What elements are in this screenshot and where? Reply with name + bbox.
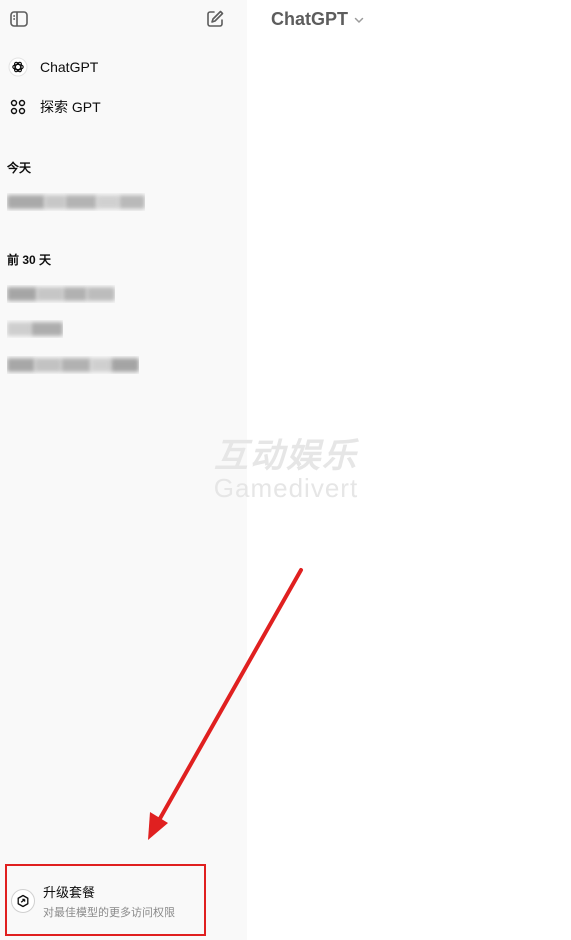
grid-dots-icon (6, 95, 30, 119)
history-item[interactable] (7, 356, 139, 374)
section-title-previous-30-days: 前 30 天 (7, 253, 52, 267)
sidebar-item-label: 探索 GPT (40, 99, 101, 115)
sidebar-item-chatgpt[interactable]: ChatGPT (6, 50, 238, 84)
sidebar-item-explore-gpt[interactable]: 探索 GPT (6, 90, 238, 124)
model-name: ChatGPT (271, 9, 349, 29)
model-selector[interactable]: ChatGPT (271, 8, 365, 31)
history-item[interactable] (7, 285, 115, 303)
watermark: 互动娱乐 Gamedivert (186, 428, 386, 504)
watermark-cn: 互动娱乐 (214, 437, 358, 475)
section-title-today: 今天 (7, 161, 32, 175)
sidebar-item-label: ChatGPT (40, 59, 99, 75)
history-item[interactable] (7, 320, 63, 338)
highlight-box (5, 864, 206, 936)
watermark-en: Gamedivert (213, 473, 359, 503)
openai-logo-icon (6, 55, 30, 79)
history-item[interactable] (7, 193, 145, 211)
new-chat-icon[interactable] (204, 8, 226, 30)
toggle-sidebar-icon[interactable] (8, 8, 30, 30)
chevron-down-icon (353, 10, 365, 31)
